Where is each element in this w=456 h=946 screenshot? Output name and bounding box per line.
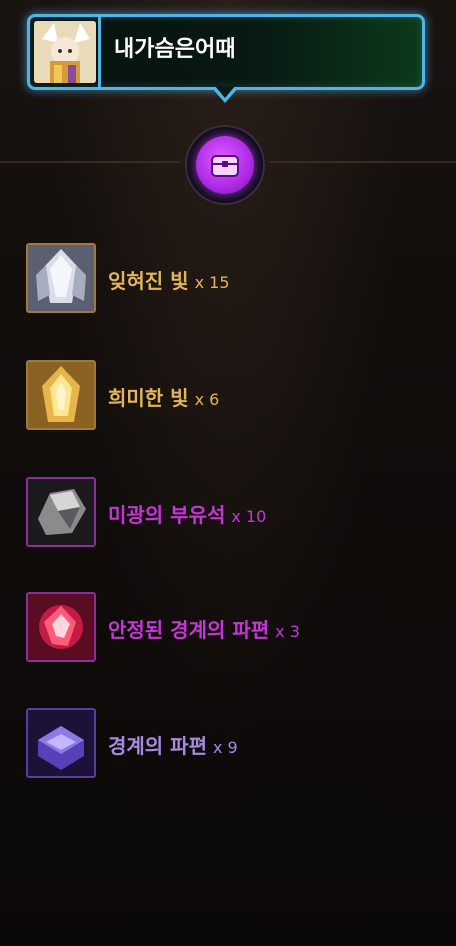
reward-quantity: x 6: [194, 390, 220, 409]
reward-name: 경계의 파편: [108, 734, 207, 758]
player-avatar: [34, 21, 96, 83]
forgotten-light-icon: [26, 243, 96, 313]
reward-label: 희미한 빛 x 6: [108, 382, 219, 411]
reward-item[interactable]: 안정된 경계의 파편 x 3: [26, 592, 446, 666]
avatar-divider: [98, 17, 101, 87]
reward-item[interactable]: 잊혀진 빛 x 15: [26, 243, 446, 317]
stable-boundary-shard-icon: [26, 592, 96, 662]
reward-item[interactable]: 희미한 빛 x 6: [26, 360, 446, 434]
reward-item[interactable]: 미광의 부유석 x 10: [26, 477, 446, 551]
player-name: 내가슴은어때: [114, 37, 236, 62]
reward-label: 잊혀진 빛 x 15: [108, 265, 230, 294]
reward-name: 안정된 경계의 파편: [108, 618, 270, 642]
reward-quantity: x 10: [231, 507, 267, 526]
reward-label: 미광의 부유석 x 10: [108, 499, 266, 528]
card-pointer-inner: [215, 86, 235, 98]
reward-quantity: x 9: [212, 738, 238, 757]
reward-name: 미광의 부유석: [108, 503, 226, 527]
reward-name: 희미한 빛: [108, 386, 189, 410]
reward-quantity: x 15: [194, 273, 230, 292]
divider-left: [0, 161, 180, 163]
reward-item[interactable]: 경계의 파편 x 9: [26, 708, 446, 782]
faint-light-icon: [26, 360, 96, 430]
chest-badge: [185, 125, 265, 205]
floating-stone-icon: [26, 477, 96, 547]
reward-name: 잊혀진 빛: [108, 269, 189, 293]
boundary-shard-icon: [26, 708, 96, 778]
player-card[interactable]: 내가슴은어때: [27, 14, 425, 90]
divider-right: [270, 161, 456, 163]
reward-label: 안정된 경계의 파편 x 3: [108, 614, 300, 643]
reward-quantity: x 3: [275, 622, 300, 641]
reward-label: 경계의 파편 x 9: [108, 730, 238, 759]
chest-icon: [196, 136, 254, 194]
